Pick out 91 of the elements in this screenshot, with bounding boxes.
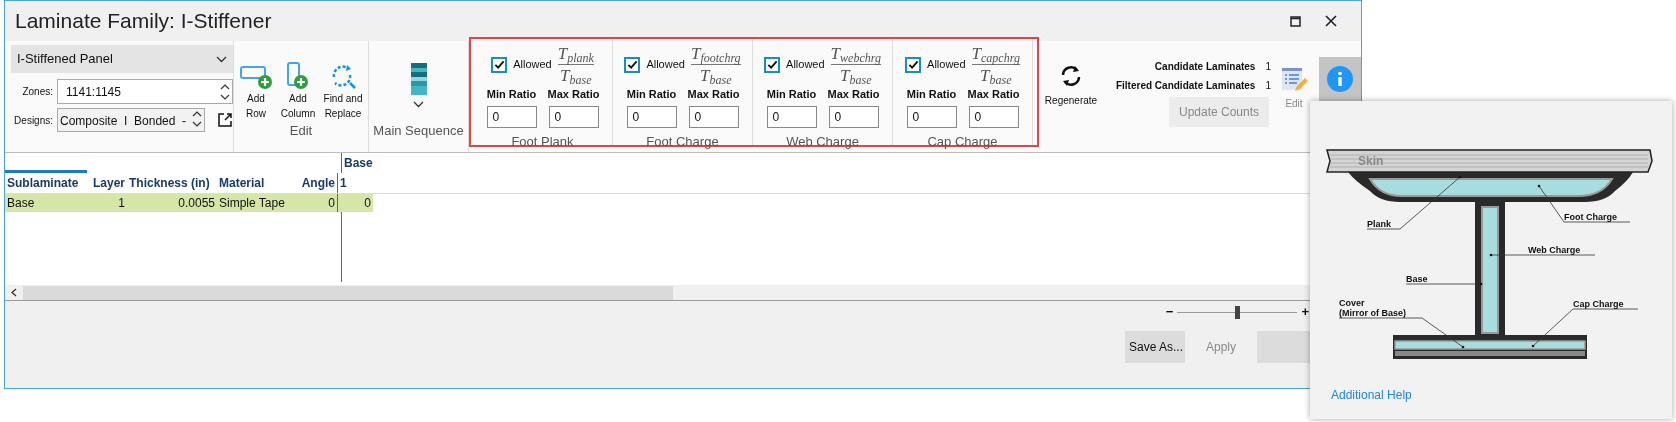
designs-field[interactable]: Composite I Bonded - bbox=[57, 108, 205, 132]
max-ratio-label: Max Ratio bbox=[687, 87, 740, 102]
scrollbar-thumb[interactable] bbox=[23, 285, 673, 300]
ribbon-button[interactable]: Find and Replace bbox=[321, 59, 365, 121]
table-row[interactable]: Base 1 0.0055 Simple Tape 0 0 bbox=[5, 194, 373, 212]
group-title: Cap Charge bbox=[927, 132, 998, 151]
diagram-label: Cover bbox=[1339, 298, 1365, 308]
zoom-in-label[interactable]: + bbox=[1301, 302, 1309, 322]
group-title: Main Sequence bbox=[373, 121, 464, 140]
diagram-label: Base bbox=[1406, 274, 1428, 284]
count-label: Filtered Candidate Laminates bbox=[1115, 79, 1256, 93]
table-cell-text: Base bbox=[6, 195, 36, 212]
group-title: Web Charge bbox=[786, 132, 859, 151]
zoom-out-label[interactable]: − bbox=[1165, 302, 1174, 322]
column-header: 1 bbox=[337, 173, 373, 193]
max-ratio-field[interactable]: 0 bbox=[828, 105, 879, 128]
count-value: 1 bbox=[1265, 60, 1271, 74]
footer-button[interactable]: Save As... bbox=[1125, 331, 1185, 363]
min-ratio-label: Min Ratio bbox=[766, 87, 817, 102]
regenerate-button[interactable]: Regenerate bbox=[1043, 41, 1099, 152]
diagram-label: (Mirror of Base) bbox=[1339, 308, 1406, 318]
min-ratio-label: Min Ratio bbox=[486, 87, 537, 102]
min-ratio-field[interactable]: 0 bbox=[486, 105, 537, 128]
scroll-left-icon[interactable] bbox=[11, 288, 17, 297]
table-cell-text: 0 bbox=[327, 195, 336, 212]
panel-type-dropdown[interactable]: I-Stiffened Panel bbox=[11, 45, 233, 73]
fraction-denominator: T$_{base}$ bbox=[980, 67, 1012, 84]
allowed-checkbox[interactable] bbox=[764, 56, 781, 73]
count-value: 1 bbox=[1265, 79, 1271, 93]
group-title: Foot Charge bbox=[646, 132, 719, 151]
add-row-icon bbox=[239, 63, 273, 91]
chevron-down-icon bbox=[216, 55, 227, 63]
spinner-icon[interactable] bbox=[192, 109, 202, 129]
fraction-denominator: T$_{base}$ bbox=[560, 67, 592, 84]
layer-stack-icon bbox=[410, 63, 427, 95]
check-icon bbox=[766, 59, 778, 70]
ribbon-button[interactable]: Add Column bbox=[279, 59, 317, 121]
min-ratio-field[interactable]: 0 bbox=[626, 105, 677, 128]
table-cell: 0 bbox=[337, 194, 373, 212]
allowed-checkbox[interactable] bbox=[905, 56, 922, 73]
ribbon-button[interactable]: Add Row bbox=[237, 59, 275, 121]
group-header: Base bbox=[344, 155, 373, 172]
group-title: Foot Plank bbox=[511, 132, 574, 151]
fraction-denominator: T$_{base}$ bbox=[700, 67, 732, 84]
diagram-label: Cap Charge bbox=[1573, 299, 1624, 309]
allowed-label: Allowed bbox=[927, 57, 966, 73]
column-header: Sublaminate bbox=[6, 175, 80, 192]
allowed-checkbox[interactable] bbox=[491, 56, 508, 73]
max-ratio-field[interactable]: 0 bbox=[688, 105, 739, 128]
zones-field[interactable]: 1141:1145 bbox=[57, 79, 233, 104]
zones-label: Zones: bbox=[21, 85, 54, 99]
chevron-down-icon bbox=[413, 101, 424, 108]
table-cell-text: Simple Tape bbox=[218, 195, 286, 212]
check-icon bbox=[626, 59, 638, 70]
designs-label: Designs: bbox=[13, 113, 54, 128]
diagram-label: Web Charge bbox=[1528, 245, 1581, 255]
max-ratio-label: Max Ratio bbox=[827, 87, 880, 102]
max-ratio-label: Max Ratio bbox=[547, 87, 600, 102]
count-label: Candidate Laminates bbox=[1154, 60, 1256, 74]
open-external-icon[interactable] bbox=[217, 112, 233, 128]
min-ratio-field[interactable]: 0 bbox=[766, 105, 817, 128]
list-pencil-icon bbox=[1281, 67, 1307, 93]
close-icon[interactable] bbox=[1325, 15, 1337, 27]
column-header: Layer bbox=[91, 175, 126, 192]
table-cell-text: 1 bbox=[117, 195, 126, 212]
column-header: Angle bbox=[300, 175, 336, 192]
min-ratio-label: Min Ratio bbox=[906, 87, 957, 102]
check-icon bbox=[493, 59, 505, 70]
allowed-label: Allowed bbox=[646, 57, 685, 73]
max-ratio-field[interactable]: 0 bbox=[548, 105, 599, 128]
diagram-label: Plank bbox=[1367, 219, 1391, 229]
skin-label: Skin bbox=[1358, 154, 1384, 168]
fraction-denominator: T$_{base}$ bbox=[840, 67, 872, 84]
max-ratio-field[interactable]: 0 bbox=[968, 105, 1019, 128]
group-title: Edit bbox=[289, 122, 313, 140]
allowed-checkbox[interactable] bbox=[624, 56, 641, 73]
main-sequence-button[interactable] bbox=[410, 63, 427, 108]
allowed-label: Allowed bbox=[513, 57, 552, 73]
info-icon bbox=[1327, 66, 1353, 92]
max-ratio-label: Max Ratio bbox=[967, 87, 1020, 102]
column-header: Material bbox=[218, 175, 266, 192]
zoom-slider-thumb[interactable] bbox=[1235, 305, 1241, 319]
window-title: Laminate Family: I-Stiffener bbox=[15, 8, 272, 35]
allowed-label: Allowed bbox=[786, 57, 825, 73]
diagram-label: Foot Charge bbox=[1564, 212, 1617, 222]
maximize-icon[interactable] bbox=[1290, 15, 1301, 27]
check-icon bbox=[907, 59, 919, 70]
table-cell-text: 0.0055 bbox=[177, 195, 216, 212]
min-ratio-label: Min Ratio bbox=[626, 87, 677, 102]
column-header: Thickness (in) bbox=[128, 175, 211, 192]
min-ratio-field[interactable]: 0 bbox=[906, 105, 957, 128]
